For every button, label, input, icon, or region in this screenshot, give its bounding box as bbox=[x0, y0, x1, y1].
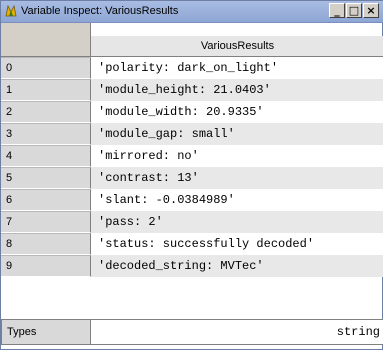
column-header[interactable]: VariousResults bbox=[91, 36, 383, 57]
table-cell[interactable]: 'decoded_string: MVTec' bbox=[91, 255, 383, 277]
table-cell[interactable]: 'module_height: 21.0403' bbox=[91, 79, 383, 101]
row-index[interactable]: 1 bbox=[1, 79, 91, 101]
maximize-button[interactable]: □ bbox=[346, 3, 362, 18]
window-title: Variable Inspect: VariousResults bbox=[21, 5, 179, 17]
title-bar[interactable]: Variable Inspect: VariousResults _ □ × bbox=[1, 1, 383, 23]
table-cell[interactable]: 'module_gap: small' bbox=[91, 123, 383, 145]
types-value: string bbox=[91, 319, 383, 345]
variable-table: VariousResults 0 'polarity: dark_on_ligh… bbox=[1, 23, 383, 351]
close-icon: × bbox=[366, 4, 376, 17]
halcon-app-icon bbox=[5, 4, 17, 17]
row-index[interactable]: 5 bbox=[1, 167, 91, 189]
minimize-icon: _ bbox=[334, 4, 340, 17]
variable-inspect-window: Variable Inspect: VariousResults _ □ × V… bbox=[0, 0, 383, 350]
table-cell[interactable]: 'pass: 2' bbox=[91, 211, 383, 233]
types-label: Types bbox=[1, 319, 91, 345]
row-index[interactable]: 9 bbox=[1, 255, 91, 277]
row-index[interactable]: 2 bbox=[1, 101, 91, 123]
table-cell[interactable]: 'contrast: 13' bbox=[91, 167, 383, 189]
table-cell[interactable]: 'module_width: 20.9335' bbox=[91, 101, 383, 123]
table-cell[interactable]: 'slant: -0.0384989' bbox=[91, 189, 383, 211]
table-corner bbox=[1, 23, 91, 57]
row-index[interactable]: 4 bbox=[1, 145, 91, 167]
row-index[interactable]: 7 bbox=[1, 211, 91, 233]
row-index[interactable]: 0 bbox=[1, 57, 91, 79]
row-index[interactable]: 6 bbox=[1, 189, 91, 211]
maximize-icon: □ bbox=[348, 4, 360, 17]
minimize-button[interactable]: _ bbox=[329, 3, 345, 18]
row-index[interactable]: 3 bbox=[1, 123, 91, 145]
table-cell[interactable]: 'mirrored: no' bbox=[91, 145, 383, 167]
table-cell[interactable]: 'status: successfully decoded' bbox=[91, 233, 383, 255]
table-cell[interactable]: 'polarity: dark_on_light' bbox=[91, 57, 383, 79]
row-index[interactable]: 8 bbox=[1, 233, 91, 255]
close-button[interactable]: × bbox=[363, 3, 379, 18]
